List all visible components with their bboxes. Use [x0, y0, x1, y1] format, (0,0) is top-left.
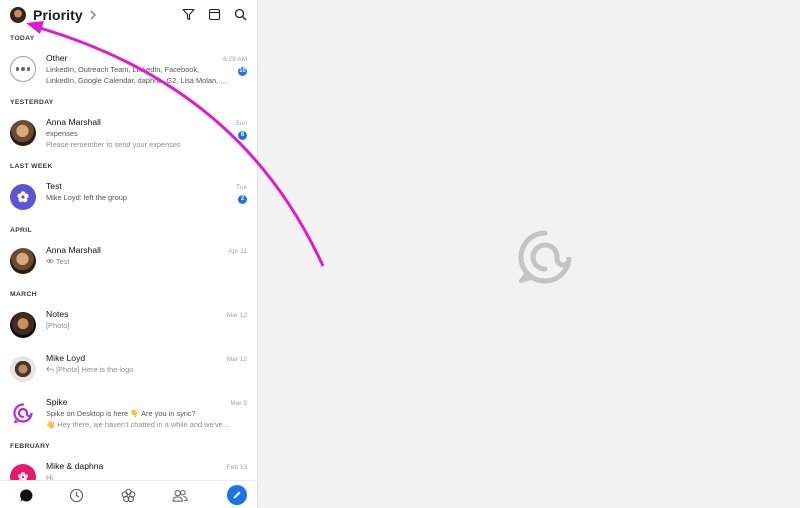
conversation-preview: LinkedIn, Outreach Team, LinkedIn, Faceb…: [46, 65, 200, 74]
calendar-icon[interactable]: [207, 8, 221, 22]
conversation-other[interactable]: Other 6:29 AM LinkedIn, Outreach Team, L…: [0, 49, 257, 93]
clock-icon[interactable]: [68, 487, 84, 503]
unread-badge: 2: [238, 195, 247, 204]
conversation-time: Mar 5: [230, 400, 247, 407]
conversation-name: Mike Loyd: [46, 353, 86, 363]
conversation-anna-marshall[interactable]: Anna Marshall Sun expenses Please rememb…: [0, 113, 257, 157]
spike-logo-icon: [10, 400, 36, 426]
conversation-sidebar: Priority TODAY Other 6:29 AM LinkedIn, O…: [0, 0, 258, 508]
more-dots-icon: [10, 56, 36, 82]
conversation-preview: [Photo] Here is the logo: [56, 365, 134, 374]
eye-icon: [46, 257, 56, 266]
conversation-name: Test: [46, 181, 62, 191]
conversation-name: Spike: [46, 397, 68, 407]
spike-placeholder-logo: [517, 229, 573, 285]
section-header-march: MARCH: [10, 291, 37, 298]
avatar: [10, 248, 36, 274]
groups-icon[interactable]: [120, 487, 136, 503]
conversation-time: Sun: [235, 120, 247, 127]
conversation-mike-loyd[interactable]: Mike Loyd Mar 12 [Photo] Here is the log…: [0, 349, 257, 393]
avatar: [10, 120, 36, 146]
unread-badge: 6: [238, 131, 247, 140]
conversation-preview: Mike Loyd: left the group: [46, 193, 127, 202]
unread-badge: 10: [238, 67, 247, 76]
mailbox-title[interactable]: Priority: [33, 7, 83, 23]
group-avatar: [10, 464, 36, 480]
conversation-preview: Hi: [46, 473, 53, 480]
account-avatar[interactable]: [10, 6, 26, 23]
section-header-today: TODAY: [10, 35, 35, 42]
conversation-preview-row: [Photo] Here is the logo: [46, 365, 247, 374]
conversation-time: 6:29 AM: [223, 56, 247, 63]
section-header-april: APRIL: [10, 227, 32, 234]
reply-arrow-icon: [46, 365, 56, 374]
conversation-preview: Test: [55, 257, 70, 266]
chat-bubble-icon[interactable]: [18, 487, 34, 503]
conversation-time: Mar 12: [226, 356, 247, 363]
conversation-time: Mar 12: [226, 312, 247, 319]
conversation-time: Apr 11: [228, 248, 247, 255]
pencil-icon[interactable]: [227, 485, 247, 505]
conversation-preview: [Photo]: [46, 321, 70, 330]
conversation-subject: expenses: [46, 129, 78, 138]
chevron-right-icon[interactable]: [89, 9, 101, 21]
filter-icon[interactable]: [181, 8, 195, 22]
conversation-name: Anna Marshall: [46, 117, 101, 127]
conversation-time: Feb 13: [226, 464, 247, 471]
group-flower-icon: [10, 184, 36, 210]
conversation-preview: Spike on Desktop is here 👇 Are you in sy…: [46, 409, 196, 418]
avatar: [10, 312, 36, 338]
bottom-tab-bar: [0, 480, 257, 508]
conversation-spike[interactable]: Spike Mar 5 Spike on Desktop is here 👇 A…: [0, 393, 257, 437]
conversation-mike-daphna[interactable]: Mike & daphna Feb 13 Hi: [0, 457, 257, 480]
conversation-list: TODAY Other 6:29 AM LinkedIn, Outreach T…: [0, 29, 257, 480]
sidebar-header: Priority: [0, 0, 257, 29]
conversation-notes[interactable]: Notes Mar 12 [Photo]: [0, 305, 257, 349]
conversation-name: Notes: [46, 309, 69, 319]
conversation-name: Mike & daphna: [46, 461, 104, 471]
section-header-february: FEBRUARY: [10, 443, 50, 450]
section-header-last-week: LAST WEEK: [10, 163, 53, 170]
conversation-preview-row: Test: [46, 257, 247, 266]
conversation-preview: Please remember to send your expenses: [46, 140, 181, 149]
section-header-yesterday: YESTERDAY: [10, 99, 54, 106]
search-icon[interactable]: [233, 8, 247, 22]
conversation-name: Anna Marshall: [46, 245, 101, 255]
conversation-preview-2: 👋 Hey there, we haven't chatted in a whi…: [46, 420, 231, 429]
conversation-name: Other: [46, 53, 68, 63]
avatar: [10, 356, 36, 382]
contacts-icon[interactable]: [172, 487, 188, 503]
conversation-anna-marshall-april[interactable]: Anna Marshall Apr 11 Test: [0, 241, 257, 285]
conversation-time: Tue: [236, 184, 247, 191]
conversation-test[interactable]: Test Tue Mike Loyd: left the group 2: [0, 177, 257, 221]
conversation-preview-2: LinkedIn, Google Calendar, daphna, G2, L…: [46, 76, 228, 85]
